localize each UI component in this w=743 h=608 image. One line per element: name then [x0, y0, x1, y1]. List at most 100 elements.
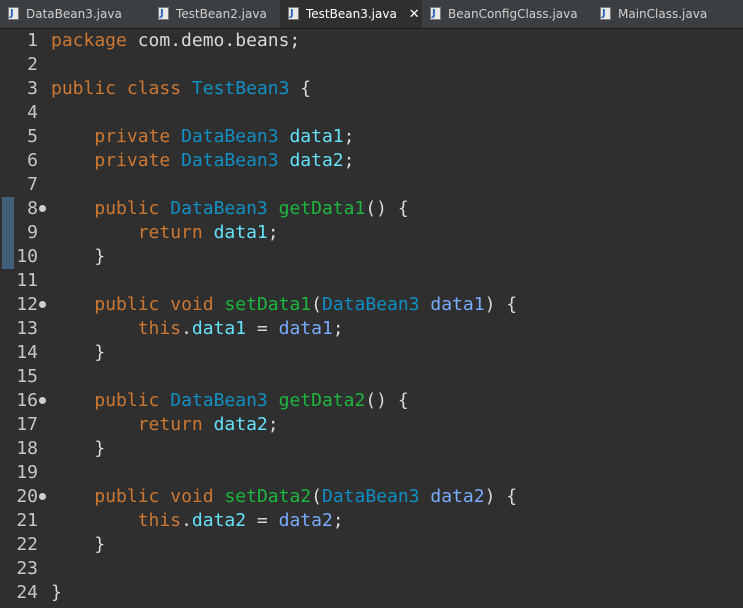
- line-code: }: [51, 245, 105, 269]
- code-token: this: [137, 318, 182, 339]
- code-token: (: [311, 294, 322, 315]
- line-number: 21: [16, 510, 38, 531]
- line-number: 19: [16, 462, 38, 483]
- tab-label: TestBean3.java: [306, 7, 397, 21]
- line-number: 2: [27, 54, 38, 75]
- code-line[interactable]: 19: [0, 461, 743, 485]
- java-file-icon: J: [8, 7, 20, 21]
- line-number: 16: [16, 390, 38, 411]
- code-line[interactable]: 21 this.data2 = data2;: [0, 509, 743, 533]
- code-token: =: [246, 318, 279, 339]
- code-token: return: [137, 222, 203, 243]
- line-number: 11: [16, 270, 38, 291]
- code-line[interactable]: 11: [0, 269, 743, 293]
- code-line[interactable]: 4: [0, 101, 743, 125]
- line-number: 8: [27, 198, 38, 219]
- code-line[interactable]: 12 public void setData1(DataBean3 data1)…: [0, 293, 743, 317]
- code-token: DataBean3: [181, 150, 279, 171]
- code-line[interactable]: 17 return data2;: [0, 413, 743, 437]
- tab-databean3[interactable]: J DataBean3.java: [0, 0, 150, 28]
- code-token: () {: [365, 390, 409, 411]
- code-token: getData2: [278, 390, 366, 411]
- code-line[interactable]: 20 public void setData2(DataBean3 data2)…: [0, 485, 743, 509]
- line-number: 23: [16, 558, 38, 579]
- fold-toggle-icon[interactable]: [39, 397, 46, 404]
- code-line[interactable]: 7: [0, 173, 743, 197]
- code-token: void: [170, 294, 214, 315]
- fold-toggle-icon[interactable]: [39, 493, 46, 500]
- code-token: DataBean3: [321, 294, 420, 315]
- line-code: }: [51, 341, 105, 365]
- code-line[interactable]: 9 return data1;: [0, 221, 743, 245]
- code-line[interactable]: 13 this.data1 = data1;: [0, 317, 743, 341]
- code-token: data2: [278, 510, 333, 531]
- code-line[interactable]: 23: [0, 557, 743, 581]
- line-number: 17: [16, 414, 38, 435]
- code-token: =: [246, 510, 279, 531]
- code-line[interactable]: 5 private DataBean3 data1;: [0, 125, 743, 149]
- code-token: data1: [278, 318, 333, 339]
- line-number: 15: [16, 366, 38, 387]
- tab-beanconfigclass[interactable]: J BeanConfigClass.java: [422, 0, 592, 28]
- tab-label: BeanConfigClass.java: [448, 7, 578, 21]
- code-token: data1: [191, 318, 247, 339]
- code-line[interactable]: 22 }: [0, 533, 743, 557]
- line-code: this.data1 = data1;: [51, 317, 344, 341]
- code-token: com.demo.beans;: [126, 30, 301, 51]
- code-line[interactable]: 16 public DataBean3 getData2() {: [0, 389, 743, 413]
- code-line[interactable]: 18 }: [0, 437, 743, 461]
- line-number: 9: [27, 222, 38, 243]
- code-token: DataBean3: [170, 390, 268, 411]
- tab-testbean2[interactable]: J TestBean2.java: [150, 0, 280, 28]
- tab-mainclass[interactable]: J MainClass.java: [592, 0, 730, 28]
- line-code: this.data2 = data2;: [51, 509, 344, 533]
- fold-toggle-icon[interactable]: [39, 205, 46, 212]
- line-number: 4: [27, 102, 38, 123]
- tab-label: MainClass.java: [618, 7, 708, 21]
- code-token: private: [94, 150, 171, 171]
- line-number: 5: [27, 126, 38, 147]
- code-token: {: [289, 78, 312, 99]
- code-token: public: [94, 198, 160, 219]
- code-line[interactable]: 2: [0, 53, 743, 77]
- tab-label: TestBean2.java: [176, 7, 267, 21]
- code-token: ;: [332, 318, 344, 339]
- code-token: this: [137, 510, 182, 531]
- code-line[interactable]: 15: [0, 365, 743, 389]
- code-line[interactable]: 1 package com.demo.beans;: [0, 29, 743, 53]
- code-token: data2: [430, 486, 485, 507]
- tab-testbean3[interactable]: J TestBean3.java ✕: [280, 0, 422, 28]
- line-number: 20: [16, 486, 38, 507]
- code-editor[interactable]: 1 package com.demo.beans; 2 3 public class T…: [0, 29, 743, 608]
- code-token: data1: [213, 222, 268, 243]
- code-token: .: [181, 318, 192, 339]
- code-token: ;: [343, 150, 355, 171]
- code-token: }: [51, 342, 106, 363]
- code-line[interactable]: 8 public DataBean3 getData1() {: [0, 197, 743, 221]
- editor-tab-bar: J DataBean3.java J TestBean2.java J Test…: [0, 0, 743, 29]
- code-line[interactable]: 3 public class TestBean3 {: [0, 77, 743, 101]
- code-token: () {: [365, 198, 409, 219]
- code-line[interactable]: 24}: [0, 581, 743, 605]
- line-code: return data2;: [51, 413, 279, 437]
- close-tab-icon[interactable]: ✕: [409, 8, 420, 21]
- code-line[interactable]: 10 }: [0, 245, 743, 269]
- line-code: package com.demo.beans;: [51, 29, 300, 53]
- code-line[interactable]: 6 private DataBean3 data2;: [0, 149, 743, 173]
- java-file-icon: J: [288, 7, 300, 21]
- fold-toggle-icon[interactable]: [39, 301, 46, 308]
- code-token: DataBean3: [170, 198, 268, 219]
- code-line[interactable]: 14 }: [0, 341, 743, 365]
- line-code: }: [51, 533, 105, 557]
